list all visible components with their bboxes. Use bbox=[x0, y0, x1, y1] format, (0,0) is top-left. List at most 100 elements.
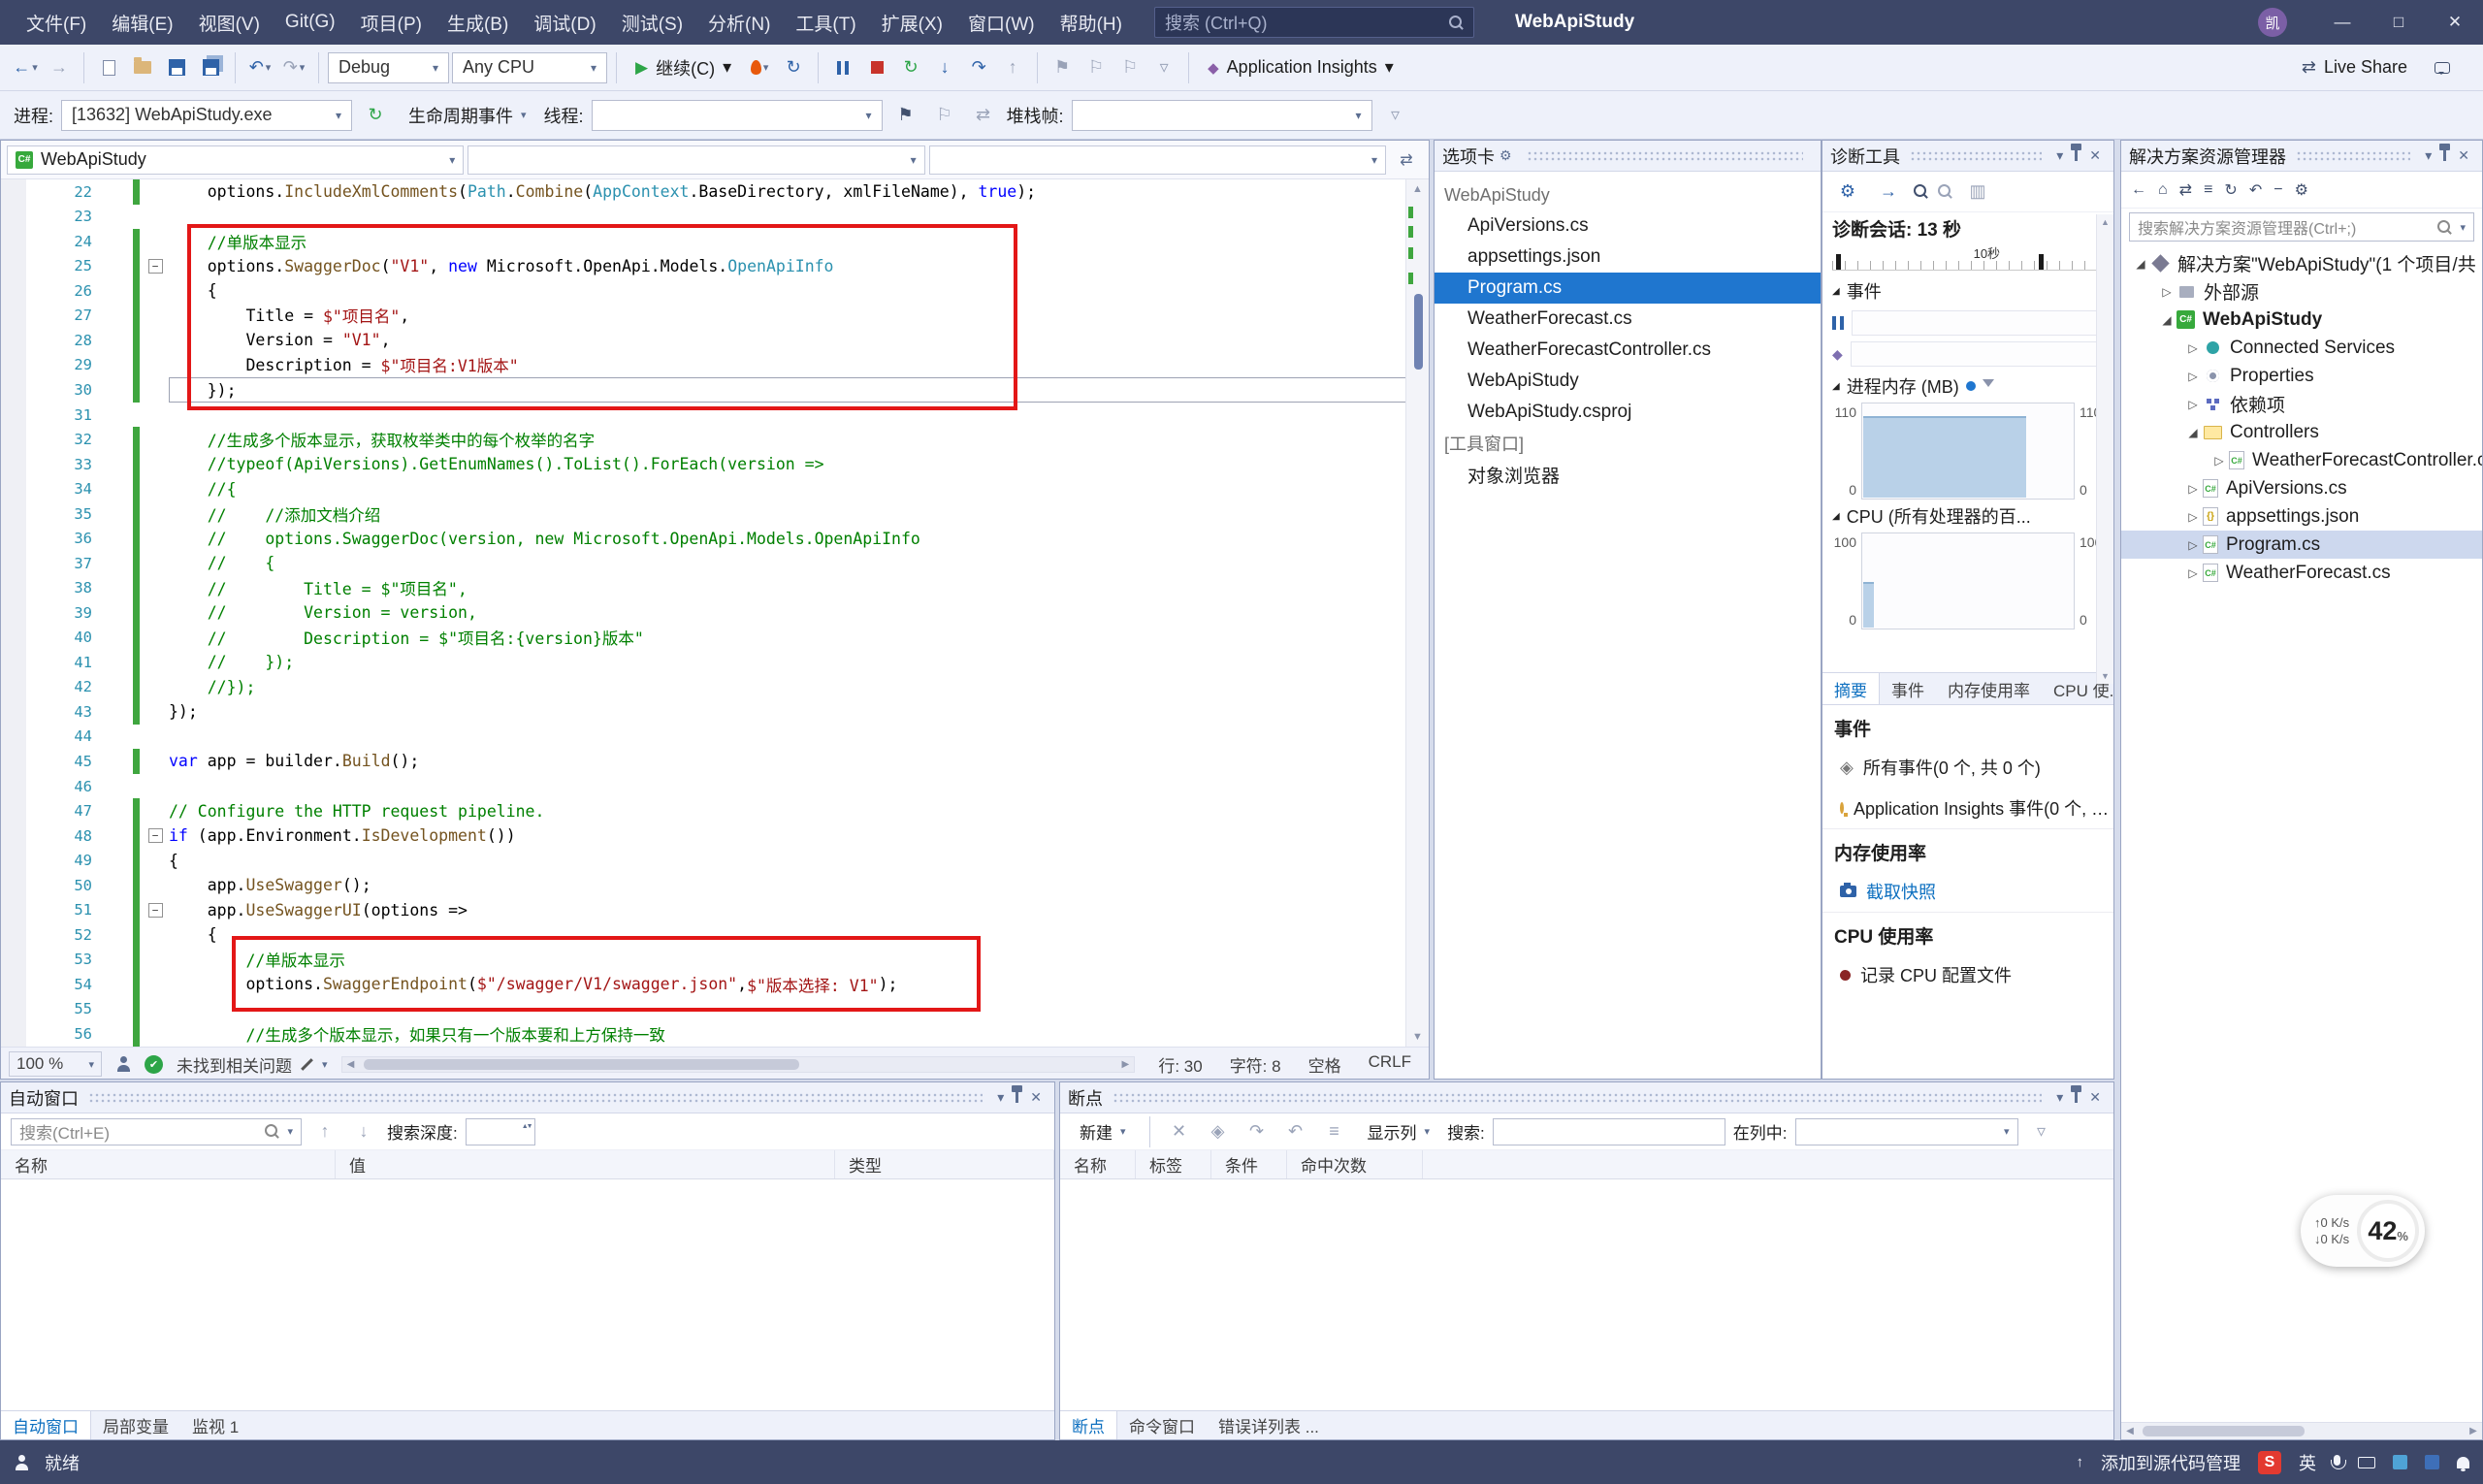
autos-grid[interactable] bbox=[1, 1179, 1054, 1410]
code-line[interactable]: 27 Title = $"项目名", bbox=[1, 303, 1429, 329]
code-line[interactable]: 42 //}); bbox=[1, 674, 1429, 700]
scroll-up-icon[interactable]: ▲ bbox=[2097, 214, 2113, 230]
pin-icon[interactable] bbox=[2071, 1085, 2082, 1103]
app-insights-events-row[interactable]: Application Insights 事件(0 个, … bbox=[1822, 788, 2113, 828]
step-over-button[interactable]: ↷ bbox=[963, 52, 994, 83]
drag-handle[interactable] bbox=[88, 1091, 984, 1104]
autos-tab-0[interactable]: 自动窗口 bbox=[1, 1411, 91, 1439]
code-line[interactable]: 25 − options. SwaggerDoc("V1", new Microso… bbox=[1, 253, 1429, 279]
collapsed-icon[interactable]: ▷ bbox=[2183, 482, 2203, 496]
keyboard-icon[interactable] bbox=[2358, 1456, 2375, 1468]
tree-item[interactable]: ▷ ApiVersions.cs bbox=[2121, 474, 2482, 502]
column-header-2[interactable]: 类型 bbox=[835, 1150, 1054, 1178]
code-area[interactable]: 22 options. IncludeXmlComments(Path. Combi… bbox=[1, 179, 1429, 1047]
settings-gear-icon[interactable]: ⚙ bbox=[1832, 177, 1863, 208]
thread-dropdown[interactable]: ▾ bbox=[591, 99, 883, 131]
expanded-icon[interactable]: ◢ bbox=[2183, 426, 2203, 439]
filter-icon[interactable] bbox=[1982, 379, 1994, 393]
autos-tab-2[interactable]: 监视 1 bbox=[180, 1411, 250, 1439]
collapsed-icon[interactable]: ▷ bbox=[2157, 285, 2177, 299]
properties-icon[interactable]: ⚙ bbox=[2295, 180, 2308, 200]
back-icon[interactable]: ← bbox=[2131, 181, 2146, 199]
window-position-icon[interactable]: ▾ bbox=[997, 1089, 1004, 1106]
drag-handle[interactable] bbox=[1113, 1091, 2043, 1104]
split-window-icon[interactable]: ⇄ bbox=[1390, 145, 1423, 175]
code-line[interactable]: 52 { bbox=[1, 921, 1429, 948]
solution-search-box[interactable]: 搜索解决方案资源管理器(Ctrl+;) ▾ bbox=[2129, 212, 2474, 242]
menu-item-6[interactable]: 调试(D) bbox=[521, 0, 608, 45]
stack-frame-dropdown[interactable]: ▾ bbox=[1071, 99, 1372, 131]
configuration-dropdown[interactable]: Debug ▾ bbox=[328, 51, 449, 83]
code-line[interactable]: 43}); bbox=[1, 699, 1429, 725]
tab-1[interactable]: 事件 bbox=[1880, 673, 1936, 704]
add-to-source-control-button[interactable]: 添加到源代码管理 bbox=[2101, 1450, 2241, 1475]
code-line[interactable]: 40 // Description = $"项目名:{version}版本" bbox=[1, 625, 1429, 651]
collapsed-icon[interactable]: ▷ bbox=[2183, 370, 2203, 383]
toolbar-overflow-icon[interactable]: ▿ bbox=[2026, 1116, 2057, 1147]
platform-dropdown[interactable]: Any CPU ▾ bbox=[452, 51, 607, 83]
hot-reload-button[interactable]: ▾ bbox=[744, 52, 775, 83]
memory-section-header[interactable]: ◢ 进程内存 (MB) bbox=[1822, 370, 2113, 403]
column-header-1[interactable]: 标签 bbox=[1136, 1150, 1211, 1178]
tab-list-item[interactable]: Program.cs bbox=[1435, 273, 1821, 304]
tab-list-item[interactable]: 对象浏览器 bbox=[1435, 459, 1821, 490]
zoom-dropdown[interactable]: 100 % ▾ bbox=[9, 1051, 102, 1077]
application-insights-dropdown[interactable]: ◆ Application Insights ▾ bbox=[1198, 52, 1403, 83]
save-button[interactable] bbox=[161, 52, 192, 83]
take-snapshot-row[interactable]: 截取快照 bbox=[1822, 871, 2113, 912]
pin-icon[interactable] bbox=[2439, 144, 2451, 161]
tabs-panel-title-bar[interactable]: 选项卡 ⚙ bbox=[1435, 141, 1821, 172]
code-line[interactable]: 24 //单版本显示 bbox=[1, 229, 1429, 254]
tab-list-item[interactable]: WeatherForecastController.cs bbox=[1435, 335, 1821, 366]
autos-tab-1[interactable]: 局部变量 bbox=[91, 1411, 180, 1439]
refresh-icon[interactable]: ↶ bbox=[2249, 180, 2262, 200]
undo-button[interactable]: ↶ ▾ bbox=[244, 52, 275, 83]
solution-explorer-title-bar[interactable]: 解决方案资源管理器 ▾ ✕ bbox=[2121, 141, 2482, 172]
fold-margin[interactable]: − bbox=[142, 258, 169, 274]
menu-item-11[interactable]: 窗口(W) bbox=[955, 0, 1048, 45]
sync-with-active-document-icon[interactable]: ↻ bbox=[2224, 180, 2237, 200]
window-position-icon[interactable]: ▾ bbox=[2056, 1089, 2063, 1106]
notification-bell-icon[interactable] bbox=[2457, 1456, 2469, 1471]
unflag-threads-button[interactable]: ⚐ bbox=[929, 100, 960, 131]
navigate-back-button[interactable]: ← ▾ bbox=[10, 52, 41, 83]
delete-breakpoint-icon[interactable]: ✕ bbox=[1164, 1116, 1195, 1147]
collapsed-icon[interactable]: ▷ bbox=[2183, 341, 2203, 355]
tab-list-item[interactable]: WeatherForecast.cs bbox=[1435, 304, 1821, 335]
switch-views-icon[interactable]: ⇄ bbox=[2179, 180, 2192, 200]
code-line[interactable]: 56 //生成多个版本显示，如果只有一个版本要和上方保持一致 bbox=[1, 1021, 1429, 1047]
collapsed-icon[interactable]: ▷ bbox=[2183, 398, 2203, 411]
code-line[interactable]: 49 { bbox=[1, 848, 1429, 873]
flag-thread-button[interactable]: ⚑ bbox=[890, 100, 921, 131]
char-indicator[interactable]: 字符: 8 bbox=[1230, 1052, 1281, 1077]
tab-0[interactable]: 摘要 bbox=[1822, 673, 1880, 704]
zoom-out-icon[interactable] bbox=[1938, 184, 1952, 199]
tree-item[interactable]: ▷ Properties bbox=[2121, 362, 2482, 390]
close-icon[interactable]: ✕ bbox=[1030, 1089, 1042, 1106]
save-all-button[interactable] bbox=[195, 52, 226, 83]
menu-item-7[interactable]: 测试(S) bbox=[609, 0, 695, 45]
maximize-button[interactable]: □ bbox=[2370, 0, 2427, 45]
code-line[interactable]: 33 //typeof(ApiVersions).GetEnumNames().… bbox=[1, 451, 1429, 477]
home-icon[interactable]: ⌂ bbox=[2158, 181, 2168, 199]
ime-language-indicator[interactable]: 英 bbox=[2299, 1450, 2316, 1475]
pending-changes-filter-icon[interactable]: ≡ bbox=[2204, 181, 2212, 199]
code-line[interactable]: 48 − if (app.Environment. IsDevelopment()) bbox=[1, 823, 1429, 849]
menu-item-9[interactable]: 工具(T) bbox=[783, 0, 868, 45]
column-header-0[interactable]: 名称 bbox=[1, 1150, 336, 1178]
show-flagged-only-button[interactable]: ⇄ bbox=[968, 100, 999, 131]
ime-logo-badge[interactable]: S bbox=[2258, 1450, 2281, 1474]
nav-type-dropdown[interactable]: ▾ bbox=[468, 145, 925, 175]
collapsed-icon[interactable]: ▷ bbox=[2183, 538, 2203, 552]
fold-margin[interactable]: − bbox=[142, 828, 169, 844]
import-breakpoints-icon[interactable]: ↶ bbox=[1280, 1116, 1311, 1147]
code-line[interactable]: 36 // options.SwaggerDoc(version, new Mi… bbox=[1, 526, 1429, 551]
hscrollbar-thumb[interactable] bbox=[363, 1058, 799, 1070]
tree-item[interactable]: ◢ WebApiStudy bbox=[2121, 306, 2482, 334]
columns-icon[interactable]: ≡ bbox=[1319, 1116, 1350, 1147]
solution-horizontal-scrollbar[interactable]: ◀ ▶ bbox=[2121, 1422, 2482, 1439]
column-header-3[interactable]: 命中次数 bbox=[1287, 1150, 1423, 1178]
redo-button[interactable]: ↷ ▾ bbox=[278, 52, 309, 83]
search-depth-spinner[interactable] bbox=[465, 1117, 535, 1145]
code-line[interactable]: 55 bbox=[1, 996, 1429, 1022]
